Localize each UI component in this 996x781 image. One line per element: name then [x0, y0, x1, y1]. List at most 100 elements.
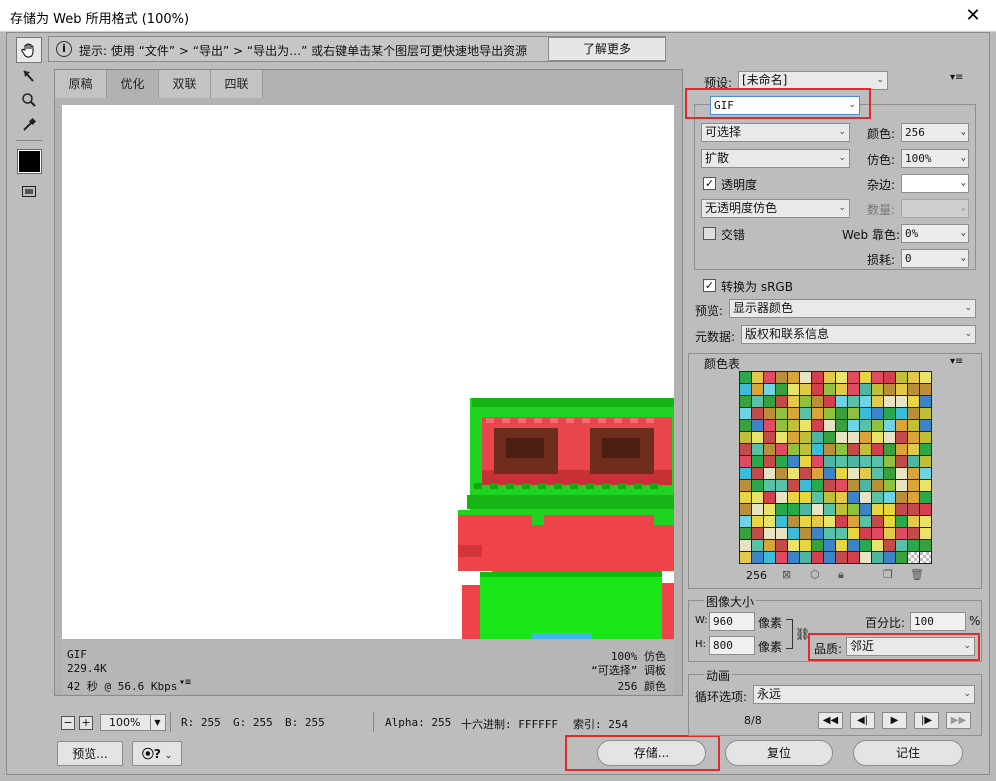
color-swatch[interactable] [824, 552, 835, 563]
color-swatch[interactable] [776, 516, 787, 527]
color-swatch[interactable] [896, 432, 907, 443]
color-swatch[interactable] [812, 432, 823, 443]
dither-algorithm-select[interactable]: 扩散 ⌄ [701, 149, 850, 168]
color-swatch[interactable] [836, 504, 847, 515]
trash-icon[interactable]: 🗑︎ [910, 568, 924, 581]
color-swatch[interactable] [740, 528, 751, 539]
color-swatch[interactable] [884, 432, 895, 443]
color-swatch[interactable] [884, 540, 895, 551]
color-swatch[interactable] [776, 420, 787, 431]
color-swatch[interactable] [884, 516, 895, 527]
color-swatch[interactable] [908, 528, 919, 539]
remember-button[interactable]: 记住 [853, 740, 963, 766]
color-swatch[interactable] [824, 384, 835, 395]
color-swatch[interactable] [848, 528, 859, 539]
zoom-out-button[interactable]: − [61, 716, 75, 730]
color-swatch[interactable] [740, 480, 751, 491]
color-swatch[interactable] [788, 504, 799, 515]
color-swatch[interactable] [920, 444, 931, 455]
color-swatch[interactable] [908, 384, 919, 395]
color-swatch[interactable] [836, 384, 847, 395]
color-swatch[interactable] [764, 540, 775, 551]
width-input[interactable]: 960 [709, 612, 755, 631]
color-swatch[interactable] [908, 552, 919, 563]
color-swatch[interactable] [848, 540, 859, 551]
color-swatch[interactable] [776, 456, 787, 467]
color-swatch[interactable] [752, 468, 763, 479]
color-swatch[interactable] [920, 528, 931, 539]
color-swatch[interactable] [896, 396, 907, 407]
color-swatch[interactable] [884, 384, 895, 395]
color-swatch[interactable] [776, 528, 787, 539]
color-swatch[interactable] [752, 492, 763, 503]
color-swatch[interactable] [764, 456, 775, 467]
color-swatch[interactable] [860, 516, 871, 527]
color-swatch[interactable] [788, 480, 799, 491]
color-swatch[interactable] [788, 432, 799, 443]
color-swatch[interactable] [884, 456, 895, 467]
map-to-transparent-icon[interactable]: ⊠ [782, 568, 791, 581]
quality-select[interactable]: 邻近 ⌄ [846, 637, 975, 656]
color-swatch[interactable] [800, 372, 811, 383]
color-swatch[interactable] [860, 480, 871, 491]
color-swatch[interactable] [908, 492, 919, 503]
color-swatch[interactable] [800, 384, 811, 395]
color-swatch[interactable] [836, 468, 847, 479]
color-swatch[interactable] [836, 456, 847, 467]
color-swatch[interactable] [740, 504, 751, 515]
last-frame-button[interactable]: ▶▶ [946, 712, 971, 729]
optimize-menu-icon[interactable]: ▾≡ [950, 72, 963, 83]
transparency-checkbox[interactable]: ✓ [703, 177, 716, 190]
reset-button[interactable]: 复位 [725, 740, 833, 766]
color-swatch[interactable] [788, 528, 799, 539]
color-swatch[interactable] [776, 372, 787, 383]
lock-color-icon[interactable]: 🔒︎ [838, 568, 844, 582]
color-swatch[interactable] [836, 432, 847, 443]
color-swatch[interactable] [752, 540, 763, 551]
previous-frame-button[interactable]: ◀| [850, 712, 875, 729]
color-swatch[interactable] [836, 420, 847, 431]
color-swatch[interactable] [800, 480, 811, 491]
color-swatch[interactable] [884, 396, 895, 407]
color-reduction-select[interactable]: 可选择 ⌄ [701, 123, 850, 142]
color-swatch[interactable] [884, 372, 895, 383]
color-swatch[interactable] [788, 396, 799, 407]
color-swatch[interactable] [812, 480, 823, 491]
tab-optimized[interactable]: 优化 [107, 70, 159, 98]
percent-input[interactable]: 100 [910, 612, 966, 631]
color-swatch[interactable] [872, 384, 883, 395]
color-swatch[interactable] [824, 372, 835, 383]
color-swatch[interactable] [836, 540, 847, 551]
color-swatch[interactable] [776, 432, 787, 443]
color-swatch[interactable] [740, 468, 751, 479]
color-swatch[interactable] [872, 456, 883, 467]
learn-more-button[interactable]: 了解更多 [548, 37, 666, 61]
color-swatch[interactable] [776, 480, 787, 491]
colors-input[interactable]: 256 ⌄ [901, 123, 969, 142]
color-swatch[interactable] [812, 468, 823, 479]
color-swatch[interactable] [752, 384, 763, 395]
color-swatch[interactable] [824, 432, 835, 443]
color-swatch[interactable] [824, 480, 835, 491]
color-swatch[interactable] [920, 540, 931, 551]
preview-mode-select[interactable]: 显示器颜色 ⌄ [729, 299, 976, 318]
color-swatch[interactable] [920, 372, 931, 383]
tab-original[interactable]: 原稿 [55, 70, 107, 98]
color-swatch[interactable] [848, 384, 859, 395]
metadata-select[interactable]: 版权和联系信息 ⌄ [741, 325, 976, 344]
height-input[interactable]: 800 [709, 636, 755, 655]
color-swatch[interactable] [860, 420, 871, 431]
color-swatch[interactable] [788, 552, 799, 563]
color-swatch[interactable] [836, 516, 847, 527]
color-swatch[interactable] [824, 504, 835, 515]
color-swatch[interactable] [812, 384, 823, 395]
transparency-dither-select[interactable]: 无透明度仿色 ⌄ [701, 199, 850, 218]
color-swatch[interactable] [788, 468, 799, 479]
interlaced-checkbox[interactable] [703, 227, 716, 240]
color-swatch[interactable] [848, 456, 859, 467]
color-swatch[interactable] [860, 432, 871, 443]
toggle-slices-icon[interactable] [16, 178, 42, 204]
color-swatch[interactable] [908, 372, 919, 383]
color-swatch[interactable] [812, 528, 823, 539]
color-swatch[interactable] [872, 468, 883, 479]
